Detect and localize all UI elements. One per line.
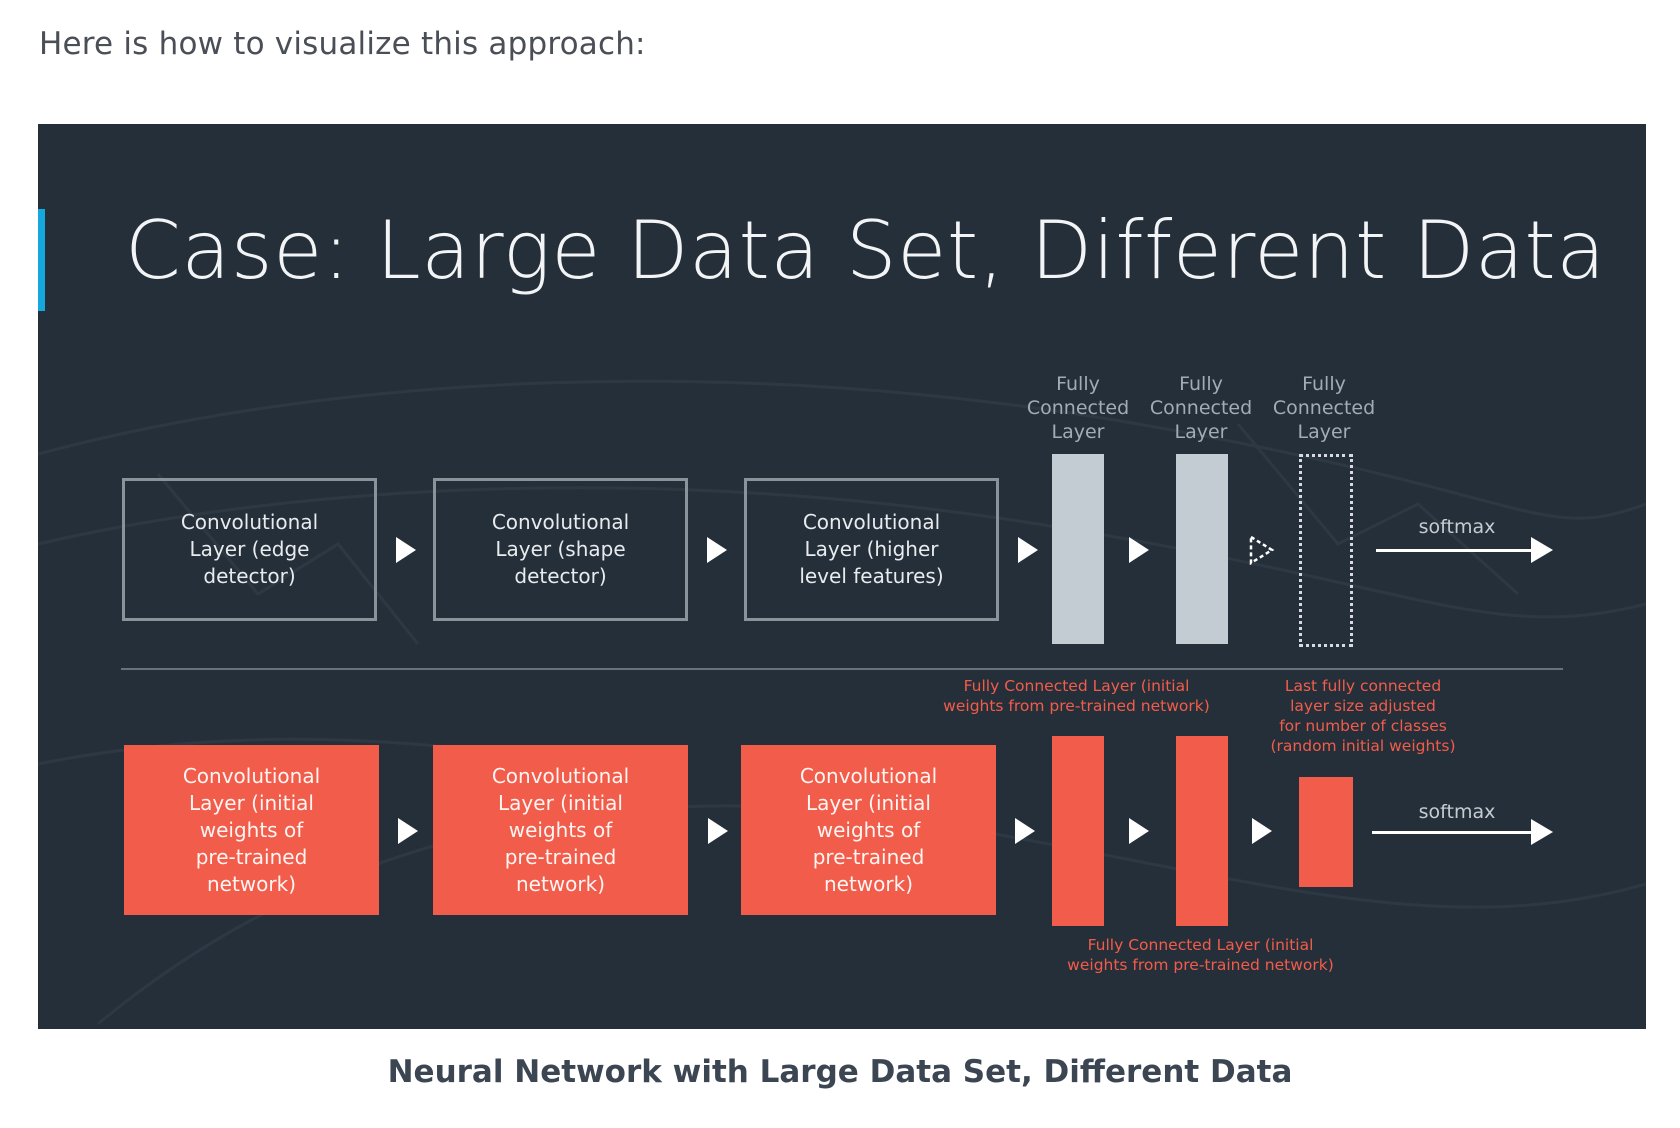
dashed-arrow-icon bbox=[1249, 535, 1275, 565]
fc-layer-label: Fully Connected Layer bbox=[1272, 373, 1376, 443]
fc-layer-pretrained-bar bbox=[1176, 736, 1228, 926]
conv-layer-pretrained-1: Convolutional Layer (initial weights of … bbox=[124, 745, 379, 915]
conv-layer-edge-detector: Convolutional Layer (edge detector) bbox=[122, 478, 377, 621]
arrow-right-icon bbox=[707, 537, 727, 563]
fc-layer-label: Fully Connected Layer bbox=[1026, 373, 1130, 443]
note-fc-pretrained-top: Fully Connected Layer (initial weights f… bbox=[943, 677, 1210, 715]
fc-layer-bar bbox=[1052, 454, 1104, 644]
fc-layer-placeholder-bar bbox=[1299, 454, 1353, 647]
arrow-right-icon bbox=[398, 818, 418, 844]
conv-layer-higher-level-features: Convolutional Layer (higher level featur… bbox=[744, 478, 999, 621]
note-last-fc-adjusted: Last fully connected layer size adjusted… bbox=[1270, 677, 1456, 755]
intro-text: Here is how to visualize this approach: bbox=[39, 26, 646, 62]
arrow-right-icon bbox=[1129, 818, 1149, 844]
softmax-arrow-line bbox=[1372, 831, 1534, 834]
conv-layer-pretrained-2: Convolutional Layer (initial weights of … bbox=[433, 745, 688, 915]
title-accent-bar bbox=[38, 209, 45, 311]
softmax-arrow-head bbox=[1531, 819, 1553, 845]
arrow-right-icon bbox=[708, 818, 728, 844]
fc-layer-pretrained-bar bbox=[1052, 736, 1104, 926]
last-fc-layer-bar bbox=[1299, 777, 1353, 887]
softmax-arrow-line bbox=[1376, 549, 1534, 552]
arrow-right-icon bbox=[1018, 537, 1038, 563]
conv-layer-shape-detector: Convolutional Layer (shape detector) bbox=[433, 478, 688, 621]
arrow-right-icon bbox=[396, 537, 416, 563]
figure-caption: Neural Network with Large Data Set, Diff… bbox=[387, 1054, 1293, 1090]
diagram-slide: Case: Large Data Set, Different Data Con… bbox=[38, 124, 1646, 1029]
arrow-right-icon bbox=[1129, 537, 1149, 563]
row-divider bbox=[121, 668, 1563, 670]
softmax-arrow-head bbox=[1531, 537, 1553, 563]
note-fc-pretrained-bottom: Fully Connected Layer (initial weights f… bbox=[1067, 936, 1334, 974]
arrow-right-icon bbox=[1252, 818, 1272, 844]
arrow-right-icon bbox=[1015, 818, 1035, 844]
fc-layer-label: Fully Connected Layer bbox=[1149, 373, 1253, 443]
conv-layer-pretrained-3: Convolutional Layer (initial weights of … bbox=[741, 745, 996, 915]
slide-title: Case: Large Data Set, Different Data bbox=[125, 204, 1606, 297]
softmax-label: softmax bbox=[1418, 801, 1496, 823]
fc-layer-bar bbox=[1176, 454, 1228, 644]
softmax-label: softmax bbox=[1418, 516, 1496, 538]
